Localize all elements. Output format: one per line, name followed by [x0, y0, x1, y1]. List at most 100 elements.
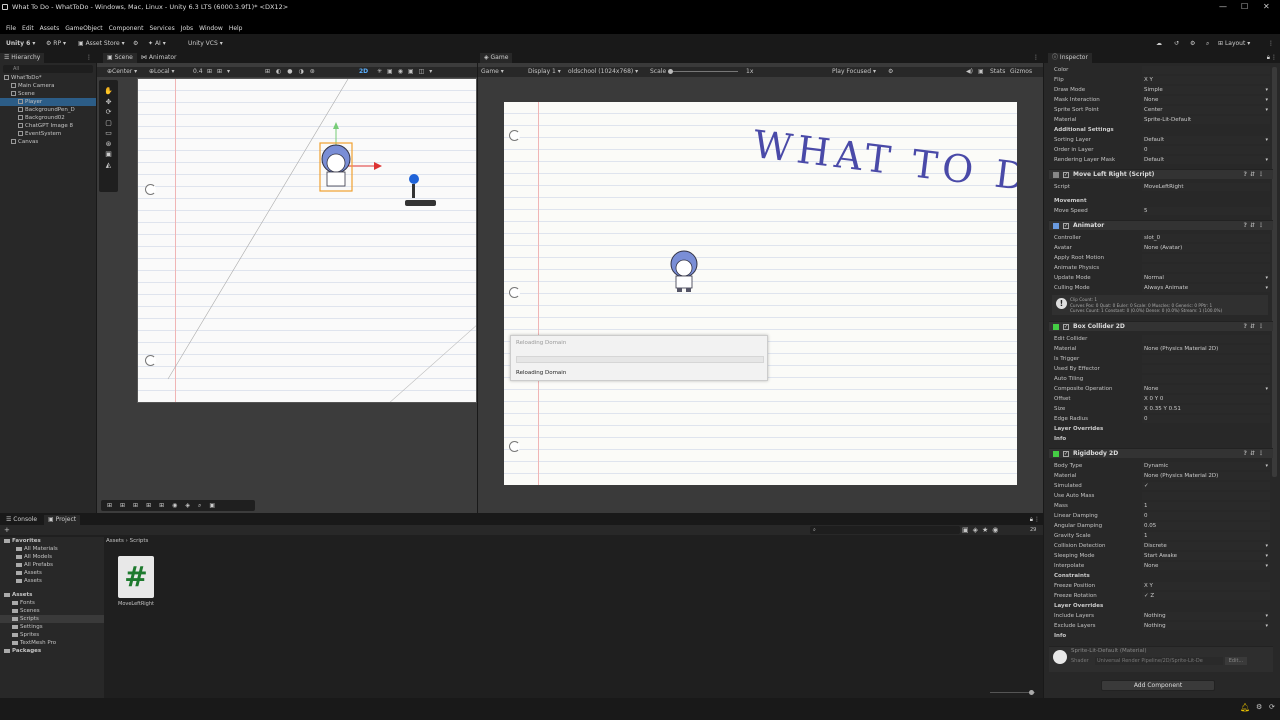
space-dropdown[interactable]: ⊕Local ▾ [149, 67, 175, 77]
favorite-item[interactable]: Assets [0, 577, 104, 585]
field-value[interactable]: Simple [1142, 86, 1270, 94]
scene-view-icons[interactable]: ✳▣◉▣◫▾ [377, 67, 437, 77]
additional-settings-foldout[interactable]: Additional Settings [1054, 126, 1114, 135]
field-value[interactable] [1142, 254, 1270, 262]
field-value[interactable]: ✓ [1142, 482, 1270, 490]
field-value[interactable]: X 0 Y 0 [1142, 395, 1270, 403]
field-value[interactable]: Default [1142, 156, 1270, 164]
asset-store-button[interactable]: ▣ Asset Store ▾ [78, 39, 125, 49]
component-enabled-checkbox[interactable]: ✓ [1063, 223, 1069, 229]
info-foldout[interactable]: Info [1054, 435, 1066, 444]
draw-mode-icons[interactable]: ⊞◐●◑⊛ [265, 67, 321, 77]
field-value[interactable] [1142, 66, 1270, 74]
field-value[interactable]: 1 [1142, 532, 1270, 540]
panel-menu-icon[interactable]: ⋮ [1034, 515, 1040, 525]
field-value[interactable] [1142, 365, 1270, 373]
field-value[interactable]: Always Animate [1142, 284, 1270, 292]
hierarchy-item[interactable]: EventSystem [0, 130, 96, 138]
field-value[interactable]: Normal [1142, 274, 1270, 282]
hierarchy-item[interactable]: Player [0, 98, 96, 106]
component-menu-icons[interactable]: ?⇵⋮ [1243, 221, 1267, 231]
menu-window[interactable]: Window [199, 24, 223, 34]
hierarchy-item[interactable]: Background02 [0, 114, 96, 122]
shader-dropdown[interactable]: Universal Render Pipeline/2D/Sprite-Lit-… [1095, 657, 1223, 665]
component-menu-icons[interactable]: ?⇵⋮ [1243, 322, 1267, 332]
move-gizmo-x-arrow[interactable] [374, 162, 382, 170]
scene-viewport[interactable] [137, 78, 477, 403]
hierarchy-item[interactable]: WhatToDo* [0, 74, 96, 82]
more-icon[interactable]: ⋮ [1268, 39, 1274, 49]
component-menu-icons[interactable]: ?⇵⋮ [1243, 449, 1267, 459]
panel-menu-icon[interactable]: ⋮ [86, 53, 92, 63]
layer-overrides-foldout[interactable]: Layer Overrides [1054, 425, 1103, 434]
movement-header[interactable]: Movement [1054, 197, 1087, 206]
hierarchy-item[interactable]: Scene [0, 90, 96, 98]
menu-file[interactable]: File [6, 24, 16, 34]
scale-slider[interactable] [668, 71, 738, 72]
zoom-slider-thumb[interactable] [1029, 690, 1034, 695]
grid-snap-icons[interactable]: ⊞⊞▾ [207, 67, 235, 77]
field-value[interactable]: X 0.35 Y 0.51 [1142, 405, 1270, 413]
component-enabled-checkbox[interactable]: ✓ [1063, 172, 1069, 178]
ai-button[interactable]: ✦ AI ▾ [148, 39, 166, 49]
resolution-dropdown[interactable]: oldschool (1024x768) ▾ [568, 67, 638, 77]
project-filter-icons[interactable]: ▣◈★◉ [962, 525, 1002, 535]
move-left-right-component[interactable]: ✓ Move Left Right (Script) ?⇵⋮ [1049, 169, 1273, 179]
tab-console[interactable]: ☰ Console [2, 515, 42, 525]
favorite-item[interactable]: All Materials [0, 545, 104, 553]
field-value[interactable]: Sprite-Lit-Default [1142, 116, 1270, 124]
menu-help[interactable]: Help [229, 24, 243, 34]
layer-overrides-foldout-2[interactable]: Layer Overrides [1054, 602, 1103, 611]
favorites-folder[interactable]: Favorites [0, 537, 104, 545]
menu-services[interactable]: Services [149, 24, 174, 34]
menu-component[interactable]: Component [109, 24, 144, 34]
collab-icon[interactable]: ⚙ [1190, 39, 1195, 49]
field-value[interactable]: Start Awake [1142, 552, 1270, 560]
asset-folder[interactable]: Scenes [0, 607, 104, 615]
field-value[interactable]: 0.05 [1142, 522, 1270, 530]
field-value[interactable] [1142, 335, 1270, 343]
toggle-2d-button[interactable]: 2D [359, 67, 368, 77]
game-mode-dropdown[interactable]: Game ▾ [481, 67, 504, 77]
hierarchy-search-input[interactable]: All [3, 65, 93, 73]
tab-game[interactable]: ◈ Game [480, 53, 513, 63]
field-value[interactable]: 5 [1142, 207, 1270, 215]
field-value[interactable]: None [1142, 96, 1270, 104]
vcs-button[interactable]: Unity VCS ▾ [188, 39, 223, 49]
field-value[interactable]: X Y [1142, 582, 1270, 590]
rigidbody-2d-component[interactable]: ✓ Rigidbody 2D ?⇵⋮ [1049, 448, 1273, 458]
field-value[interactable]: None [1142, 562, 1270, 570]
stats-toggle[interactable]: Stats [990, 67, 1005, 77]
scale-slider-thumb[interactable] [668, 69, 673, 74]
field-value[interactable] [1142, 264, 1270, 272]
scene-bottom-overlay[interactable]: ⊞⊞⊞⊞⊞◉◈⌕▣ [101, 500, 255, 511]
rp-button[interactable]: ⚙ RP ▾ [46, 39, 66, 49]
history-icon[interactable]: ↺ [1174, 39, 1179, 49]
game-viewport[interactable]: WHAT TO DO Reloading Domain Reloading Do… [504, 102, 1017, 485]
field-value[interactable]: 0 [1142, 146, 1270, 154]
display-dropdown[interactable]: Display 1 ▾ [528, 67, 561, 77]
cloud-icon[interactable]: ⚙ [133, 39, 138, 49]
layout-dropdown[interactable]: ⊞ Layout ▾ [1218, 39, 1250, 49]
pivot-dropdown[interactable]: ⊕Center ▾ [107, 67, 137, 77]
maximize-button[interactable]: ☐ [1241, 0, 1248, 14]
menu-gameobject[interactable]: GameObject [65, 24, 102, 34]
script-file-icon[interactable]: # [118, 556, 154, 598]
close-button[interactable]: ✕ [1263, 0, 1270, 14]
hierarchy-item[interactable]: ChatGPT Image 8 [0, 122, 96, 130]
project-search-input[interactable]: ⌕ [810, 526, 960, 534]
animator-component[interactable]: ✓ Animator ?⇵⋮ [1049, 220, 1273, 230]
component-enabled-checkbox[interactable]: ✓ [1063, 451, 1069, 457]
asset-folder[interactable]: Settings [0, 623, 104, 631]
field-value[interactable]: MoveLeftRight [1142, 183, 1270, 191]
field-value[interactable]: slot_0 [1142, 234, 1270, 242]
snap-value[interactable]: 0.4 [193, 67, 203, 77]
field-value[interactable]: Nothing [1142, 622, 1270, 630]
menu-jobs[interactable]: Jobs [181, 24, 193, 34]
script-file-name[interactable]: MoveLeftRight [114, 601, 158, 607]
constraints-foldout[interactable]: Constraints [1054, 572, 1090, 581]
panel-menu-icon[interactable]: ⋮ [1271, 53, 1277, 63]
menu-edit[interactable]: Edit [22, 24, 34, 34]
menu-assets[interactable]: Assets [40, 24, 60, 34]
field-value[interactable] [1142, 355, 1270, 363]
